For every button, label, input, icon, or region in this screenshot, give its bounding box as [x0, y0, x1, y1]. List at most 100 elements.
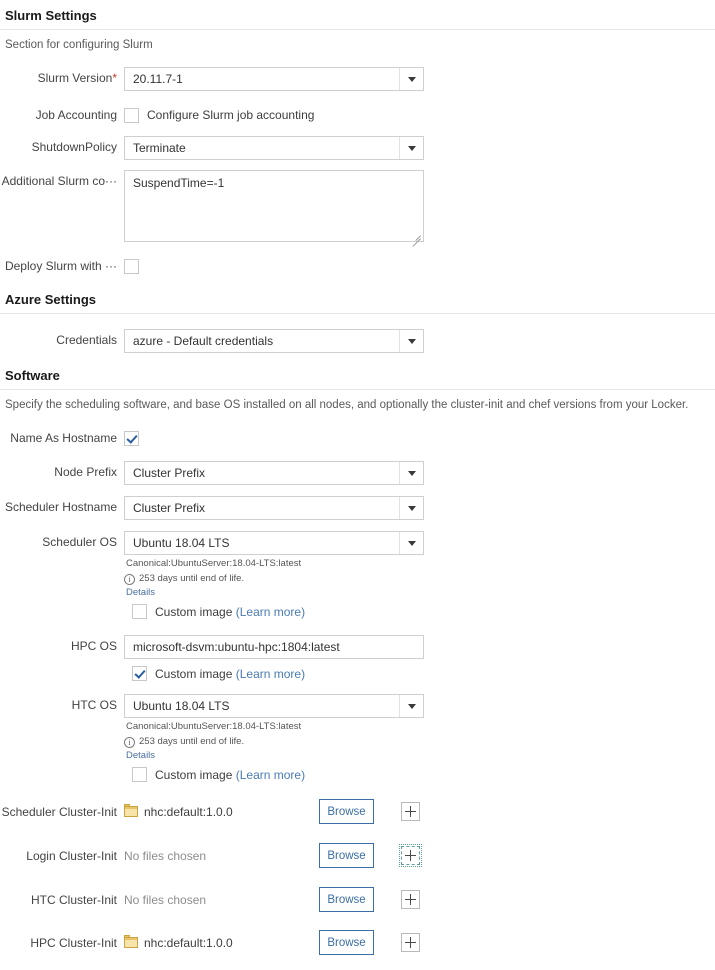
slurm-settings-title: Slurm Settings [0, 8, 715, 23]
scheduler-cluster-init-label: Scheduler Cluster-Init [0, 801, 124, 823]
software-title: Software [0, 368, 715, 383]
chevron-down-icon[interactable] [399, 461, 424, 485]
node-prefix-field: Cluster Prefix [124, 461, 424, 485]
htc-os-row: HTC OS Ubuntu 18.04 LTS Canonical:Ubuntu… [0, 694, 424, 782]
node-prefix-select[interactable]: Cluster Prefix [124, 461, 424, 485]
hpc-cluster-init-add-button[interactable] [401, 933, 420, 952]
scheduler-os-details-link[interactable]: Details [124, 587, 424, 599]
resize-grip-icon[interactable] [410, 228, 422, 240]
htc-os-meta: Canonical:UbuntuServer:18.04-LTS:latest … [124, 721, 424, 782]
credentials-value: azure - Default credentials [133, 334, 273, 348]
job-accounting-field: Configure Slurm job accounting [124, 104, 314, 126]
slurm-version-row: Slurm Version* 20.11.7-1 [0, 67, 424, 91]
htc-os-value: Ubuntu 18.04 LTS [133, 699, 230, 713]
chevron-down-icon[interactable] [399, 531, 424, 555]
additional-slurm-config-value: SuspendTime=-1 [133, 176, 224, 190]
scheduler-os-custom-image-checkbox[interactable] [132, 604, 147, 619]
job-accounting-checkbox[interactable] [124, 108, 139, 123]
name-as-hostname-field [124, 427, 139, 449]
htc-os-eol-text: 253 days until end of life. [139, 736, 244, 748]
scheduler-hostname-select[interactable]: Cluster Prefix [124, 496, 424, 520]
hpc-cluster-init-browse-button[interactable]: Browse [319, 930, 374, 955]
scheduler-os-custom-image-label: Custom image (Learn more) [155, 606, 305, 618]
scheduler-hostname-value: Cluster Prefix [133, 501, 205, 515]
htc-os-custom-image-checkbox[interactable] [132, 767, 147, 782]
htc-cluster-init-browse-button[interactable]: Browse [319, 887, 374, 912]
info-icon: i [124, 574, 135, 585]
chevron-down-icon[interactable] [399, 67, 424, 91]
scheduler-cluster-init-row: Scheduler Cluster-Init nhc:default:1.0.0… [0, 799, 420, 824]
hpc-cluster-init-label: HPC Cluster-Init [0, 932, 124, 954]
azure-settings-title: Azure Settings [0, 292, 715, 307]
name-as-hostname-checkbox[interactable] [124, 431, 139, 446]
settings-page: Slurm Settings Section for configuring S… [0, 0, 715, 970]
hpc-os-input[interactable]: microsoft-dsvm:ubuntu-hpc:1804:latest [124, 635, 424, 659]
scheduler-cluster-init-value: nhc:default:1.0.0 [124, 800, 319, 824]
scheduler-cluster-init-browse-button[interactable]: Browse [319, 799, 374, 824]
hpc-os-custom-image-checkbox[interactable] [132, 666, 147, 681]
hpc-cluster-init-value: nhc:default:1.0.0 [124, 931, 319, 955]
software-section-header: Software [0, 368, 715, 390]
scheduler-os-meta: Canonical:UbuntuServer:18.04-LTS:latest … [124, 558, 424, 619]
scheduler-cluster-init-add-button[interactable] [401, 802, 420, 821]
chevron-down-icon[interactable] [399, 136, 424, 160]
shutdown-policy-row: ShutdownPolicy Terminate [0, 136, 424, 160]
deploy-slurm-checkbox[interactable] [124, 259, 139, 274]
credentials-row: Credentials azure - Default credentials [0, 329, 424, 353]
scheduler-os-select[interactable]: Ubuntu 18.04 LTS [124, 531, 424, 555]
hpc-os-custom-image-label: Custom image (Learn more) [155, 667, 305, 681]
hpc-os-custom-image-row: Custom image (Learn more) [124, 666, 424, 681]
htc-cluster-init-label: HTC Cluster-Init [0, 889, 124, 911]
scheduler-hostname-label: Scheduler Hostname [0, 496, 124, 518]
azure-settings-divider [0, 313, 715, 314]
login-cluster-init-value: No files chosen [124, 844, 319, 868]
htc-os-label: HTC OS [0, 694, 124, 716]
shutdown-policy-field: Terminate [124, 136, 424, 160]
htc-os-image-id: Canonical:UbuntuServer:18.04-LTS:latest [124, 721, 424, 733]
node-prefix-row: Node Prefix Cluster Prefix [0, 461, 424, 485]
slurm-version-value: 20.11.7-1 [133, 72, 183, 86]
hpc-os-field: microsoft-dsvm:ubuntu-hpc:1804:latest Cu… [124, 635, 424, 681]
htc-cluster-init-value: No files chosen [124, 888, 319, 912]
software-description: Specify the scheduling software, and bas… [0, 399, 688, 411]
slurm-settings-section-header: Slurm Settings [0, 8, 715, 30]
node-prefix-value: Cluster Prefix [133, 466, 205, 480]
azure-settings-section-header: Azure Settings [0, 292, 715, 314]
additional-slurm-config-textarea[interactable]: SuspendTime=-1 [124, 170, 424, 242]
deploy-slurm-label: Deploy Slurm with ··· [0, 255, 124, 277]
job-accounting-checkbox-label: Configure Slurm job accounting [147, 108, 314, 122]
credentials-select[interactable]: azure - Default credentials [124, 329, 424, 353]
htc-os-select[interactable]: Ubuntu 18.04 LTS [124, 694, 424, 718]
credentials-field: azure - Default credentials [124, 329, 424, 353]
shutdown-policy-value: Terminate [133, 141, 186, 155]
htc-os-eol: i 253 days until end of life. [124, 736, 424, 748]
chevron-down-icon[interactable] [399, 694, 424, 718]
credentials-label: Credentials [0, 329, 124, 351]
scheduler-hostname-row: Scheduler Hostname Cluster Prefix [0, 496, 424, 520]
scheduler-os-label: Scheduler OS [0, 531, 124, 553]
login-cluster-init-add-button[interactable] [401, 846, 420, 865]
folder-icon [124, 937, 138, 948]
chevron-down-icon[interactable] [399, 496, 424, 520]
scheduler-os-row: Scheduler OS Ubuntu 18.04 LTS Canonical:… [0, 531, 424, 619]
htc-cluster-init-add-button[interactable] [401, 890, 420, 909]
login-cluster-init-browse-button[interactable]: Browse [319, 843, 374, 868]
hpc-os-label: HPC OS [0, 635, 124, 657]
scheduler-os-custom-image-row: Custom image (Learn more) [124, 604, 424, 619]
slurm-version-select[interactable]: 20.11.7-1 [124, 67, 424, 91]
shutdown-policy-select[interactable]: Terminate [124, 136, 424, 160]
hpc-os-learn-more-link[interactable]: (Learn more) [236, 667, 305, 681]
htc-os-learn-more-link[interactable]: (Learn more) [236, 768, 305, 782]
slurm-version-field: 20.11.7-1 [124, 67, 424, 91]
hpc-os-row: HPC OS microsoft-dsvm:ubuntu-hpc:1804:la… [0, 635, 424, 681]
login-cluster-init-label: Login Cluster-Init [0, 845, 124, 867]
htc-os-details-link[interactable]: Details [124, 750, 424, 762]
scheduler-os-field: Ubuntu 18.04 LTS Canonical:UbuntuServer:… [124, 531, 424, 619]
info-icon: i [124, 737, 135, 748]
additional-slurm-config-row: Additional Slurm co··· SuspendTime=-1 [0, 170, 424, 242]
deploy-slurm-row: Deploy Slurm with ··· [0, 255, 139, 277]
folder-icon [124, 806, 138, 817]
scheduler-os-learn-more-link[interactable]: (Learn more) [236, 605, 305, 619]
slurm-settings-divider [0, 29, 715, 30]
chevron-down-icon[interactable] [399, 329, 424, 353]
